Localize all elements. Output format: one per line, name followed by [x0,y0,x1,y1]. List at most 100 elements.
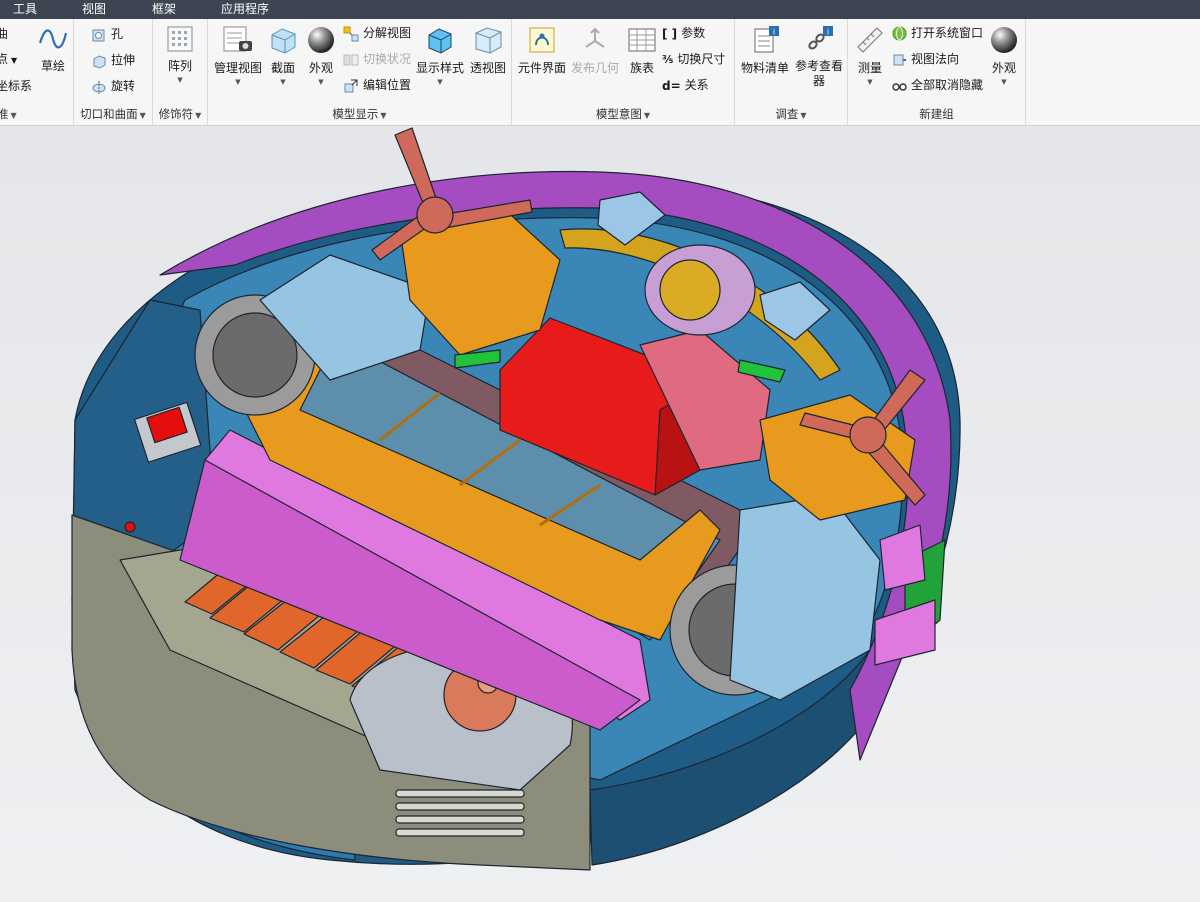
hole-button[interactable]: 孔 [91,23,123,45]
revolve-icon [92,80,106,94]
hole-icon [92,29,105,41]
revolve-label: 旋转 [111,79,136,93]
csys-button[interactable]: 坐标系 [0,75,32,97]
sketch-label: 草绘 [40,59,65,73]
component-interface-label: 元件界面 [517,61,566,75]
braces-icon: [ ] [662,26,678,41]
component-interface-icon [529,27,555,53]
group-model-intent: 元件界面 发布几何 族表 [ ] 参数 ⅗ 切换尺寸 d= 关系 模型意图 ▼ [512,19,735,125]
sketch-button[interactable]: 草绘 [37,25,69,74]
point-label: 点 [0,52,9,66]
group-cut-surface-label[interactable]: 切口和曲面 ▼ [74,106,152,122]
revolve-button[interactable]: 旋转 [91,75,135,97]
group-datum-label[interactable]: 准 ▼ [0,106,73,122]
toggle-status-icon [343,54,359,65]
family-table-label: 族表 [629,61,654,75]
menu-bar: 工具 视图 框架 应用程序 [0,0,1200,19]
open-system-window-button[interactable]: 打开系统窗口 [892,22,983,44]
appearance-label-2: 外观 [991,61,1016,75]
sphere-icon [308,27,334,53]
glasses-icon [892,83,907,91]
group-investigate: i 物料清单 i 参考查看器 调查 ▼ [735,19,848,125]
switch-dimensions-icon: ⅗ [662,52,674,66]
section-icon [271,28,296,54]
group-model-display: 管理视图 ▼ 截面 ▼ 外观 ▼ 分解视图 切换状况 编辑位置 显示样式 ▼ 透… [208,19,512,125]
display-style-label: 显示样式 [415,61,464,75]
family-table-button[interactable]: 族表 [624,25,660,76]
unhide-all-label: 全部取消隐藏 [911,78,984,92]
toggle-status-button[interactable]: 切换状况 [343,48,411,70]
group-investigate-label[interactable]: 调查 ▼ [735,106,847,122]
perspective-label: 透视图 [469,61,506,75]
publish-geometry-button[interactable]: 发布几何 [570,25,620,76]
ruler-icon [857,27,883,53]
appearance-button-2[interactable]: 外观 ▼ [986,25,1022,86]
edit-position-icon [344,79,358,92]
toggle-status-label: 切换状况 [363,52,412,66]
edit-position-button[interactable]: 编辑位置 [343,74,411,96]
robot-vacuum-model[interactable] [0,126,1200,902]
publish-geometry-label: 发布几何 [570,61,619,75]
indicator-led [124,521,136,533]
extrude-button[interactable]: 拉伸 [91,49,135,71]
edit-position-label: 编辑位置 [363,78,412,92]
graphics-viewport[interactable] [0,126,1200,902]
group-model-intent-label[interactable]: 模型意图 ▼ [512,106,734,122]
group-cut-surface: 孔 拉伸 旋转 切口和曲面 ▼ [74,19,153,125]
bill-of-materials-icon: i [754,26,779,53]
menu-tools[interactable]: 工具 [11,0,39,19]
perspective-icon [475,27,502,54]
menu-frame[interactable]: 框架 [150,0,178,19]
pattern-label: 阵列 [167,59,192,73]
exploded-view-label: 分解视图 [363,26,412,40]
curve-label: 曲 [0,27,9,41]
group-model-display-label[interactable]: 模型显示 ▼ [208,106,511,122]
view-normal-label: 视图法向 [911,52,960,66]
switch-dimensions-label: 切换尺寸 [677,52,726,66]
group-new: 测量 ▼ 打开系统窗口 视图法向 全部取消隐藏 外观 ▼ 新建组 [848,19,1026,125]
group-modifiers: 阵列 ▼ 修饰符 ▼ [153,19,208,125]
globe-icon [892,26,907,41]
bill-of-materials-label: 物料清单 [740,61,789,75]
pattern-button[interactable]: 阵列 ▼ [162,25,198,84]
component-interface-button[interactable]: 元件界面 [516,25,568,76]
group-modifiers-label[interactable]: 修饰符 ▼ [153,106,207,122]
view-normal-icon [893,54,906,66]
appearance-button[interactable]: 外观 ▼ [304,25,338,86]
exploded-view-button[interactable]: 分解视图 [343,22,411,44]
extrude-label: 拉伸 [111,53,136,67]
caster-wheel [659,259,721,321]
exploded-view-icon [343,26,359,41]
parameters-button[interactable]: [ ] 参数 [662,22,705,44]
svg-text:i: i [827,28,829,37]
appearance-label: 外观 [308,61,333,75]
section-button[interactable]: 截面 ▼ [266,25,300,86]
group-new-label[interactable]: 新建组 [848,106,1025,122]
reference-viewer-button[interactable]: i 参考查看器 [793,25,845,89]
curve-button[interactable]: 曲 [0,23,8,45]
manage-views-label: 管理视图 [213,61,262,75]
switch-dimensions-button[interactable]: ⅗ 切换尺寸 [662,48,725,70]
section-label: 截面 [270,61,295,75]
relations-label: 关系 [684,78,709,92]
reference-viewer-icon: i [808,26,833,50]
reference-viewer-label: 参考查看器 [794,59,843,88]
open-system-window-label: 打开系统窗口 [911,26,984,40]
point-button[interactable]: 点 ▼ [0,48,17,70]
perspective-button[interactable]: 透视图 [468,25,508,76]
table-icon [628,28,656,52]
hole-label: 孔 [111,27,124,41]
manage-views-button[interactable]: 管理视图 ▼ [212,25,264,86]
measure-button[interactable]: 测量 ▼ [852,25,888,86]
group-datum: 曲 点 ▼ 坐标系 草绘 准 ▼ [0,19,74,125]
display-style-button[interactable]: 显示样式 ▼ [414,25,466,86]
bill-of-materials-button[interactable]: i 物料清单 [739,25,791,76]
relations-button[interactable]: d= 关系 [662,74,709,96]
view-normal-button[interactable]: 视图法向 [892,48,959,70]
extrude-icon [93,54,106,69]
svg-text:i: i [773,28,775,37]
measure-label: 测量 [857,61,882,75]
menu-applications[interactable]: 应用程序 [219,0,271,19]
menu-view[interactable]: 视图 [80,0,108,19]
unhide-all-button[interactable]: 全部取消隐藏 [892,74,983,96]
